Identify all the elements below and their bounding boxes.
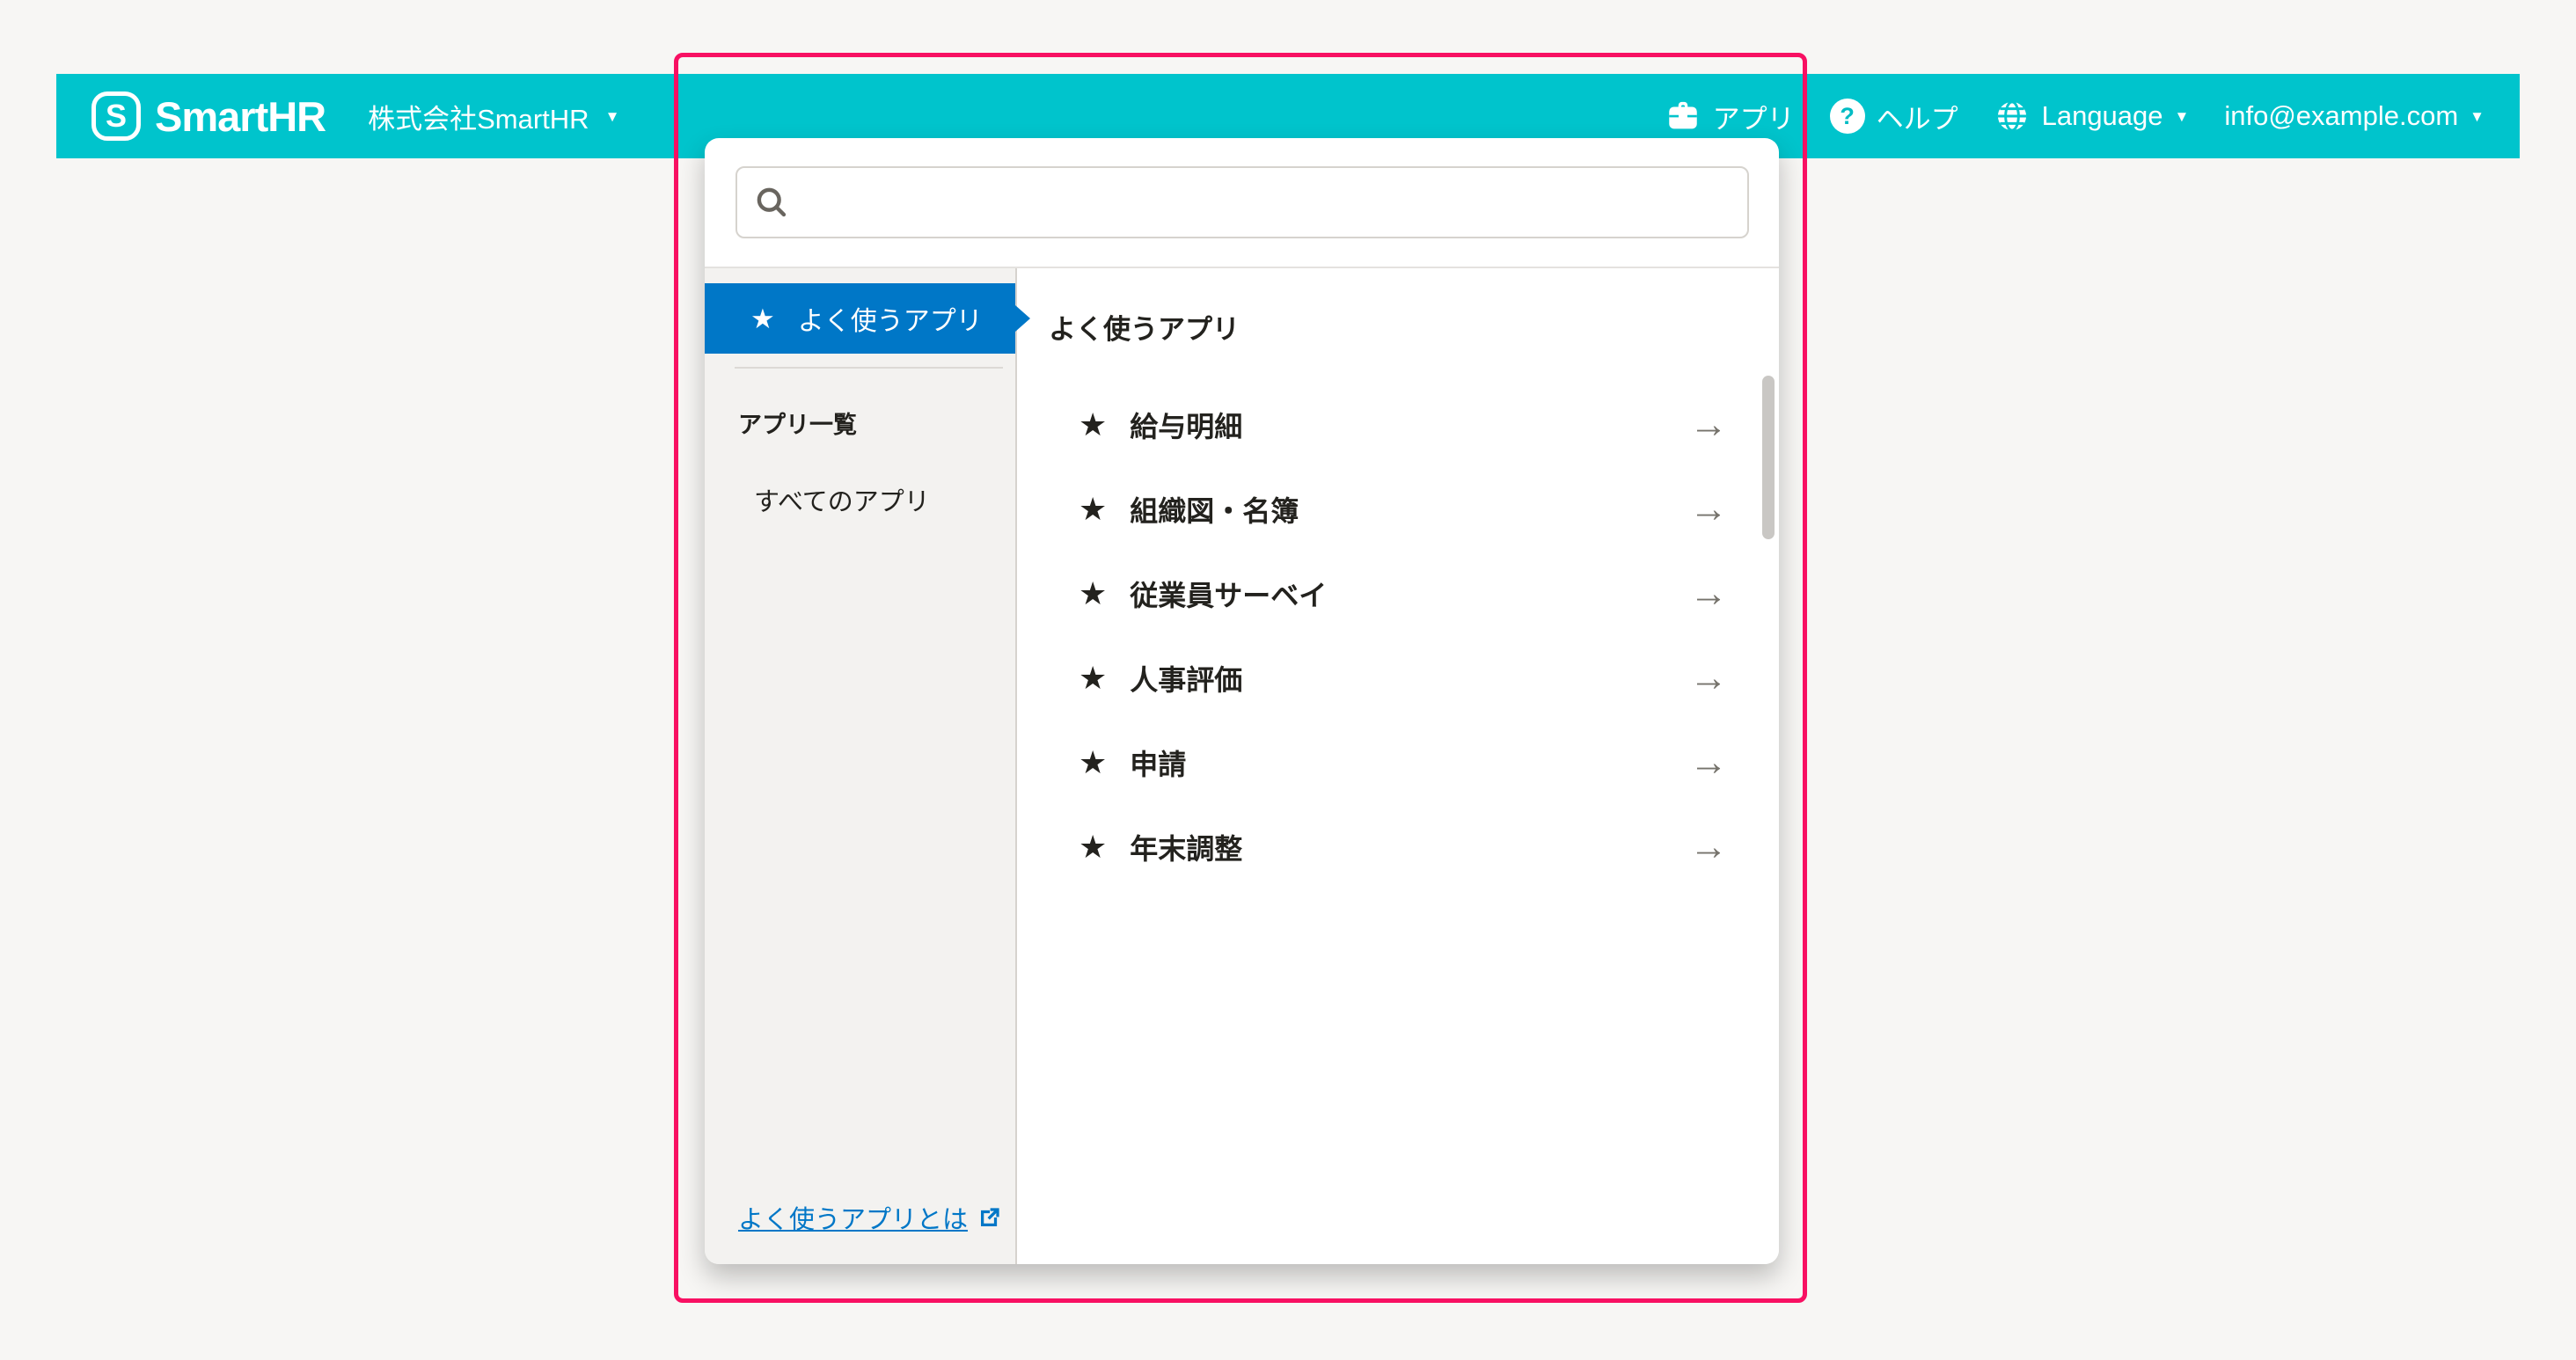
help-button[interactable]: ? ヘルプ [1830,97,1958,136]
app-link-payroll[interactable]: ★ 給与明細 → [1049,383,1779,467]
scrollbar-thumb[interactable] [1762,376,1775,539]
language-menu[interactable]: Language ▼ [1994,98,2190,135]
language-label: Language [2042,100,2163,132]
smarthr-logo-text: SmartHR [155,92,326,141]
favorites-list: ★ 給与明細 → ★ 組織図・名簿 → ★ 従業員サーベイ → ★ 人事評価 [1049,383,1779,889]
launcher-body: ★ よく使うアプリ アプリ一覧 すべてのアプリ よく使うアプリとは よく使うアプ… [705,268,1779,1264]
star-icon: ★ [1079,578,1107,610]
app-link-org-chart[interactable]: ★ 組織図・名簿 → [1049,467,1779,552]
app-label: 申請 [1130,742,1186,783]
sidebar-footer: よく使うアプリとは [705,1199,1015,1264]
app-link-year-end[interactable]: ★ 年末調整 → [1049,805,1779,889]
account-email: info@example.com [2224,100,2458,132]
sidebar-section-title: アプリ一覧 [738,406,1015,440]
apps-button[interactable]: アプリ [1665,97,1795,136]
arrow-right-icon: → [1689,574,1728,613]
external-link-icon [977,1204,1003,1231]
company-menu[interactable]: 株式会社SmartHR ▼ [368,97,619,136]
app-label: 組織図・名簿 [1130,489,1299,530]
chevron-down-icon: ▼ [2175,109,2190,124]
star-icon: ★ [1079,831,1107,863]
arrow-right-icon: → [1689,659,1728,698]
sidebar-item-favorites[interactable]: ★ よく使うアプリ [705,283,1015,354]
arrow-right-icon: → [1689,743,1728,782]
app-label: 給与明細 [1130,405,1242,445]
app-label: 従業員サーベイ [1130,574,1327,614]
briefcase-icon [1665,98,1701,135]
chevron-down-icon: ▼ [605,109,620,124]
smarthr-logo-icon: S [91,91,141,141]
about-favorites-link-label: よく使うアプリとは [738,1199,968,1236]
globe-icon [1994,98,2031,135]
app-label: 年末調整 [1130,827,1242,867]
star-icon: ★ [1079,662,1107,694]
app-launcher-panel: ★ よく使うアプリ アプリ一覧 すべてのアプリ よく使うアプリとは よく使うアプ… [705,138,1779,1264]
arrow-right-icon: → [1689,828,1728,866]
sidebar-favorites-label: よく使うアプリ [798,299,983,338]
search-input[interactable] [735,166,1749,238]
favorites-pane: よく使うアプリ ★ 給与明細 → ★ 組織図・名簿 → ★ 従業員サーベイ → [1017,268,1779,1264]
app-link-requests[interactable]: ★ 申請 → [1049,720,1779,805]
star-icon: ★ [750,305,775,333]
help-icon: ? [1830,99,1865,134]
app-label: 人事評価 [1130,658,1242,698]
arrow-right-icon: → [1689,406,1728,444]
app-link-survey[interactable]: ★ 従業員サーベイ → [1049,552,1779,636]
launcher-search-section [705,138,1779,268]
account-menu[interactable]: info@example.com ▼ [2224,100,2485,132]
company-name: 株式会社SmartHR [368,97,589,136]
star-icon: ★ [1079,747,1107,779]
app-link-evaluation[interactable]: ★ 人事評価 → [1049,636,1779,720]
chevron-down-icon: ▼ [2470,109,2485,124]
arrow-right-icon: → [1689,490,1728,529]
help-icon-mark: ? [1840,103,1855,130]
smarthr-logo[interactable]: S SmartHR [91,91,326,141]
launcher-sidebar: ★ よく使うアプリ アプリ一覧 すべてのアプリ よく使うアプリとは [705,268,1017,1264]
header-nav: アプリ ? ヘルプ Language ▼ info@example.com ▼ [1665,97,2485,136]
favorites-title: よく使うアプリ [1049,307,1779,347]
selected-pointer-icon [1015,305,1030,332]
star-icon: ★ [1079,409,1107,441]
sidebar-divider [735,367,1003,369]
logo-mark-letter: S [106,100,127,132]
apps-label: アプリ [1713,97,1795,136]
about-favorites-link[interactable]: よく使うアプリとは [738,1199,1003,1236]
help-label: ヘルプ [1877,97,1958,136]
star-icon: ★ [1079,494,1107,525]
sidebar-item-all-apps[interactable]: すべてのアプリ [754,481,1015,518]
